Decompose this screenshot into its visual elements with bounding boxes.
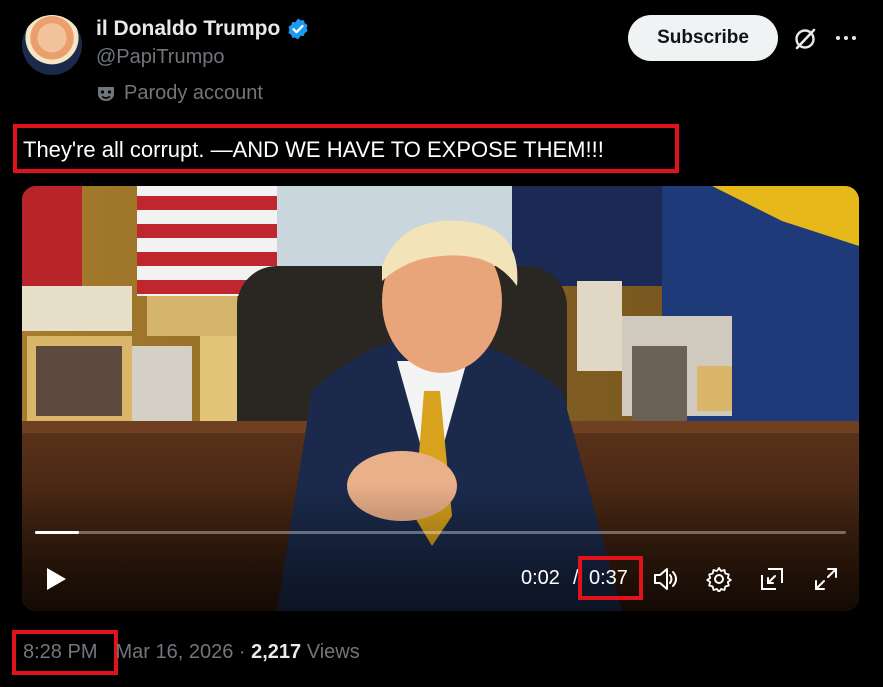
parody-label-text: Parody account bbox=[124, 82, 263, 104]
views-count: 2,217 bbox=[251, 641, 302, 663]
volume-icon[interactable] bbox=[652, 566, 678, 592]
grok-slash-icon[interactable] bbox=[792, 26, 818, 52]
parody-label: Parody account bbox=[96, 82, 263, 105]
post-meta: 8:28 PM Mar 16, 2026 · 2,217 Views bbox=[23, 641, 360, 664]
picture-in-picture-icon[interactable] bbox=[759, 566, 785, 592]
subscribe-button[interactable]: Subscribe bbox=[628, 15, 778, 61]
settings-gear-icon[interactable] bbox=[706, 566, 732, 592]
post-text: They're all corrupt. —AND WE HAVE TO EXP… bbox=[23, 137, 604, 162]
display-name[interactable]: il Donaldo Trumpo bbox=[96, 17, 280, 41]
video-progress-bar[interactable] bbox=[35, 531, 846, 534]
video-progress-fill bbox=[35, 531, 79, 534]
duration-highlight-box bbox=[578, 556, 643, 600]
parody-mask-icon bbox=[98, 86, 114, 101]
fullscreen-icon[interactable] bbox=[813, 566, 839, 592]
video-player[interactable]: 0:02 / 0:37 bbox=[22, 186, 859, 611]
views-label: Views bbox=[301, 641, 360, 663]
play-icon[interactable] bbox=[42, 566, 68, 592]
avatar[interactable] bbox=[22, 15, 82, 75]
verified-badge-icon bbox=[288, 18, 308, 40]
meta-dot: · bbox=[233, 641, 252, 663]
handle[interactable]: @PapiTrumpo bbox=[96, 46, 225, 69]
post-date[interactable]: Mar 16, 2026 bbox=[115, 641, 233, 664]
video-current-time: 0:02 bbox=[521, 567, 560, 589]
display-name-row[interactable]: il Donaldo Trumpo bbox=[96, 17, 310, 41]
post-time[interactable]: 8:28 PM bbox=[23, 641, 97, 664]
more-horizontal-icon[interactable] bbox=[834, 28, 858, 48]
video-frame-image bbox=[22, 186, 859, 611]
